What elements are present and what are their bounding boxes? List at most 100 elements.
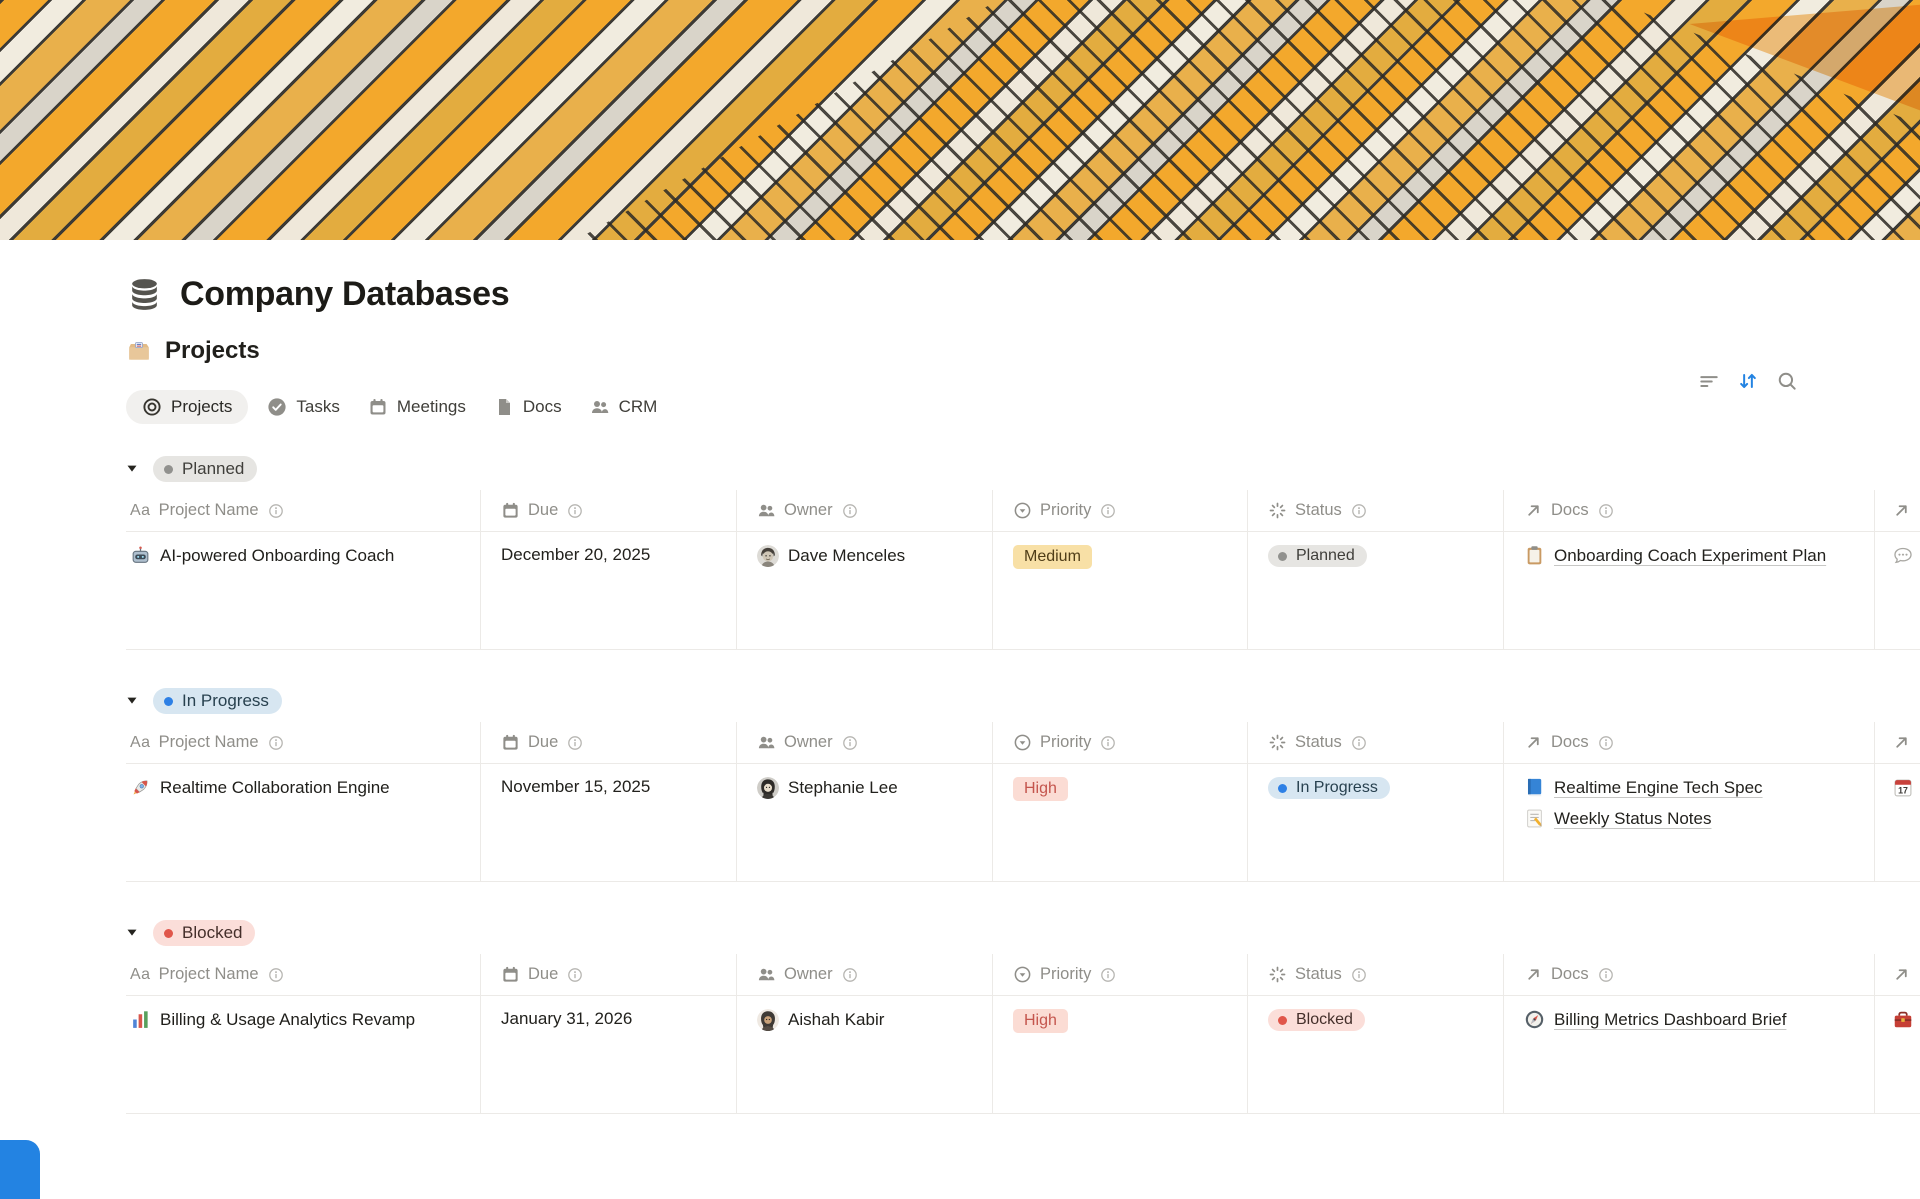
extra-cell[interactable] bbox=[1875, 996, 1920, 1114]
people-icon bbox=[757, 733, 776, 752]
owner-cell[interactable]: Stephanie Lee bbox=[737, 764, 993, 882]
info-icon bbox=[842, 735, 858, 751]
owner-cell[interactable]: Aishah Kabir bbox=[737, 996, 993, 1114]
column-header-owner[interactable]: Owner bbox=[737, 722, 993, 764]
due-cell[interactable]: December 20, 2025 bbox=[481, 532, 737, 650]
status-dot bbox=[1278, 1016, 1287, 1025]
priority-chip[interactable]: High bbox=[1013, 1009, 1068, 1033]
tab-label: Projects bbox=[171, 397, 232, 417]
arrow-up-right-icon bbox=[1892, 965, 1911, 984]
column-header-docs[interactable]: Docs bbox=[1504, 490, 1875, 532]
extra-cell[interactable] bbox=[1875, 764, 1920, 882]
column-header-due[interactable]: Due bbox=[481, 954, 737, 996]
tab-docs[interactable]: Docs bbox=[485, 390, 571, 424]
info-icon bbox=[1598, 967, 1614, 983]
priority-chip[interactable]: Medium bbox=[1013, 545, 1092, 569]
owner-cell[interactable]: Dave Menceles bbox=[737, 532, 993, 650]
project-name-cell[interactable]: Realtime Collaboration Engine bbox=[126, 764, 481, 882]
priority-chip[interactable]: High bbox=[1013, 777, 1068, 801]
docs-cell[interactable]: Realtime Engine Tech Spec Weekly Status … bbox=[1504, 764, 1875, 882]
database-title: Projects bbox=[165, 337, 260, 365]
column-header-project-name[interactable]: AaProject Name bbox=[126, 722, 481, 764]
view-toolbar bbox=[1698, 370, 1798, 392]
status-cell[interactable]: Blocked bbox=[1248, 996, 1504, 1114]
column-header-status[interactable]: Status bbox=[1248, 490, 1504, 532]
column-header-extra[interactable] bbox=[1875, 954, 1920, 996]
rocket-icon bbox=[130, 777, 151, 798]
calendar-icon bbox=[501, 965, 520, 984]
status-dot bbox=[164, 465, 173, 474]
status-dot bbox=[164, 929, 173, 938]
column-header-owner[interactable]: Owner bbox=[737, 490, 993, 532]
tab-projects[interactable]: Projects bbox=[126, 390, 248, 424]
column-header-project-name[interactable]: AaProject Name bbox=[126, 954, 481, 996]
tab-tasks[interactable]: Tasks bbox=[258, 390, 348, 424]
group-chip-in-progress[interactable]: In Progress bbox=[153, 688, 282, 714]
project-name-cell[interactable]: AI-powered Onboarding Coach bbox=[126, 532, 481, 650]
docs-cell[interactable]: Billing Metrics Dashboard Brief bbox=[1504, 996, 1875, 1114]
group-chip-blocked[interactable]: Blocked bbox=[153, 920, 255, 946]
collapse-toggle-icon[interactable] bbox=[126, 695, 138, 707]
sort-icon[interactable] bbox=[1737, 370, 1759, 392]
status-cell[interactable]: Planned bbox=[1248, 532, 1504, 650]
column-header-priority[interactable]: Priority bbox=[993, 954, 1248, 996]
column-header-docs[interactable]: Docs bbox=[1504, 722, 1875, 764]
column-header-status[interactable]: Status bbox=[1248, 722, 1504, 764]
filter-icon[interactable] bbox=[1698, 370, 1720, 392]
info-icon bbox=[1100, 503, 1116, 519]
column-header-status[interactable]: Status bbox=[1248, 954, 1504, 996]
column-header-priority[interactable]: Priority bbox=[993, 490, 1248, 532]
doc-link[interactable]: Realtime Engine Tech Spec bbox=[1524, 777, 1862, 798]
docs-cell[interactable]: Onboarding Coach Experiment Plan bbox=[1504, 532, 1875, 650]
collapse-toggle-icon[interactable] bbox=[126, 463, 138, 475]
group-chip-planned[interactable]: Planned bbox=[153, 456, 257, 482]
column-header-due[interactable]: Due bbox=[481, 490, 737, 532]
info-icon bbox=[567, 967, 583, 983]
column-header-extra[interactable] bbox=[1875, 722, 1920, 764]
status-chip[interactable]: Blocked bbox=[1268, 1009, 1365, 1031]
extra-cell[interactable] bbox=[1875, 532, 1920, 650]
arrow-up-right-icon bbox=[1524, 501, 1543, 520]
status-cell[interactable]: In Progress bbox=[1248, 764, 1504, 882]
doc-link[interactable]: Onboarding Coach Experiment Plan bbox=[1524, 545, 1862, 566]
status-dot bbox=[164, 697, 173, 706]
avatar bbox=[757, 777, 779, 799]
priority-cell[interactable]: Medium bbox=[993, 532, 1248, 650]
status-chip[interactable]: In Progress bbox=[1268, 777, 1390, 799]
status-chip[interactable]: Planned bbox=[1268, 545, 1367, 567]
search-icon[interactable] bbox=[1776, 370, 1798, 392]
column-header-extra[interactable] bbox=[1875, 490, 1920, 532]
due-cell[interactable]: November 15, 2025 bbox=[481, 764, 737, 882]
target-icon bbox=[142, 397, 162, 417]
column-header-due[interactable]: Due bbox=[481, 722, 737, 764]
tab-meetings[interactable]: Meetings bbox=[359, 390, 475, 424]
info-icon bbox=[567, 503, 583, 519]
due-cell[interactable]: January 31, 2026 bbox=[481, 996, 737, 1114]
column-header-docs[interactable]: Docs bbox=[1504, 954, 1875, 996]
status-spinner-icon bbox=[1268, 733, 1287, 752]
priority-cell[interactable]: High bbox=[993, 764, 1248, 882]
doc-link[interactable]: Weekly Status Notes bbox=[1524, 808, 1862, 829]
column-header-owner[interactable]: Owner bbox=[737, 954, 993, 996]
doc-link[interactable]: Billing Metrics Dashboard Brief bbox=[1524, 1009, 1862, 1030]
column-header-priority[interactable]: Priority bbox=[993, 722, 1248, 764]
select-icon bbox=[1013, 501, 1032, 520]
people-icon bbox=[590, 397, 610, 417]
arrow-up-right-icon bbox=[1892, 501, 1911, 520]
collapse-toggle-icon[interactable] bbox=[126, 927, 138, 939]
corner-button-partial[interactable] bbox=[0, 1140, 40, 1199]
database-icon bbox=[126, 276, 163, 313]
arrow-up-right-icon bbox=[1892, 733, 1911, 752]
priority-cell[interactable]: High bbox=[993, 996, 1248, 1114]
column-header-project-name[interactable]: AaProject Name bbox=[126, 490, 481, 532]
info-icon bbox=[1598, 503, 1614, 519]
select-icon bbox=[1013, 965, 1032, 984]
calendar-17-icon bbox=[1892, 777, 1914, 799]
text-property-icon: Aa bbox=[130, 734, 151, 752]
info-icon bbox=[268, 735, 284, 751]
arrow-up-right-icon bbox=[1524, 965, 1543, 984]
tab-crm[interactable]: CRM bbox=[581, 390, 667, 424]
page-cover-image bbox=[0, 0, 1920, 240]
project-name-cell[interactable]: Billing & Usage Analytics Revamp bbox=[126, 996, 481, 1114]
memo-icon bbox=[1524, 808, 1545, 829]
